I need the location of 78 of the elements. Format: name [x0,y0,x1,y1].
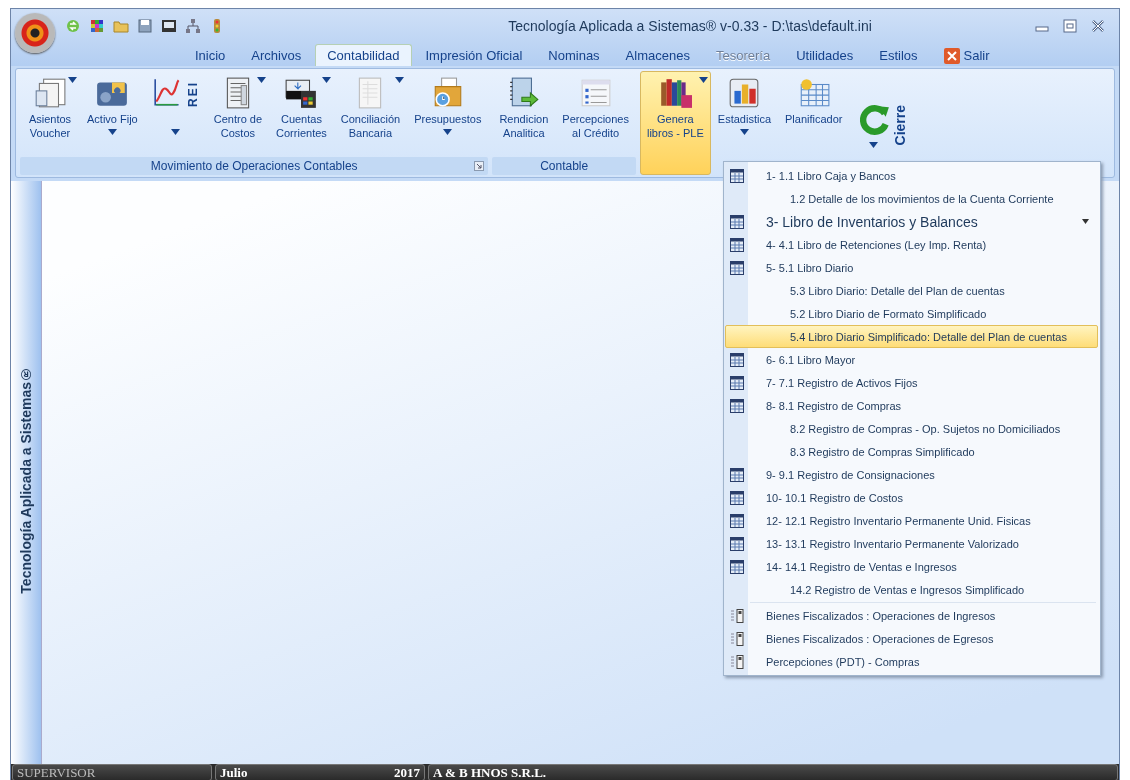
menu-item[interactable]: 9- 9.1 Registro de Consignaciones [725,463,1098,486]
menu-item[interactable]: 14- 14.1 Registro de Ventas e Ingresos [725,555,1098,578]
close-icon[interactable] [1091,19,1105,33]
menu-tab[interactable]: Utilidades [784,44,866,66]
table-icon [730,513,744,528]
menu-tab[interactable]: Archivos [239,44,314,66]
books-icon [658,76,693,110]
picture-icon[interactable] [161,18,177,34]
menu-item[interactable]: 6- 6.1 Libro Mayor [725,348,1098,371]
menu-item[interactable]: 13- 13.1 Registro Inventario Permanente Valorizado [725,532,1098,555]
month-text: Julio [220,764,248,780]
table-icon [730,375,744,390]
window-title: Tecnología Aplicada a Sistemas® v-0.33 - D:\tas\default.ini [507,18,873,34]
network-icon[interactable] [185,18,201,34]
menu-item[interactable]: 7- 7.1 Registro de Activos Fijos [725,371,1098,394]
group-title: Contable [492,157,636,175]
menu-item[interactable]: 8.3 Registro de Compras Simplificado [725,440,1098,463]
save-icon[interactable] [137,18,153,34]
ribbon-button[interactable]: Conciliación Bancaria [333,71,408,157]
table-icon [730,168,744,183]
menu-tab[interactable]: Inicio [183,44,238,66]
side-banner: Tecnología Aplicada a Sistemas® [11,181,42,764]
submenu-arrow-icon [1082,219,1089,224]
menu-tab[interactable]: Almacenes [613,44,702,66]
table-icon [730,352,744,367]
menu-tab[interactable]: Nominas [536,44,612,66]
ribbon-button[interactable]: Centro de Costos [206,71,270,157]
menu-tab[interactable]: Estilos [867,44,930,66]
menu-item[interactable]: 1.2 Detalle de los movimientos de la Cuenta Corriente [725,187,1098,210]
menu-item[interactable]: 3- Libro de Inventarios y Balances [725,210,1098,233]
table-icon [730,237,744,252]
grid-icon[interactable] [89,18,105,34]
menu-tab[interactable]: Impresión Oficial [413,44,535,66]
table-icon [730,559,744,574]
ribbon-button[interactable]: Cuentas Corrientes [269,71,334,157]
ribbon-button[interactable]: Asientos Voucher [20,71,80,157]
table-icon [730,398,744,413]
user-status: SUPERVISOR [12,764,212,780]
table-icon [730,490,744,505]
table-icon [730,214,744,229]
folder-icon[interactable] [113,18,129,34]
menu-item[interactable]: Bienes Fiscalizados : Operaciones de Egresos [725,627,1098,650]
close-icon [943,47,960,64]
app-orb-button[interactable] [15,13,55,53]
menu-item[interactable]: 5.4 Libro Diario Simplificado: Detalle del Plan de cuentas [725,325,1098,348]
menu-item[interactable]: Percepciones (PDT) - Compras [725,650,1098,673]
menu-item[interactable]: 14.2 Registro de Ventas e Ingresos Simplificado [725,578,1098,601]
group-title: Movimiento de Operaciones Contables [20,157,489,175]
menu-item[interactable]: 5.2 Libro Diario de Formato Simplificado [725,302,1098,325]
launcher-icon[interactable] [474,161,485,171]
menu-item[interactable]: 12- 12.1 Registro Inventario Permanente Unid. Fisicas [725,509,1098,532]
menu-item[interactable]: 5- 5.1 Libro Diario [725,256,1098,279]
ribbon-button[interactable]: Genera libros - PLE [639,71,711,175]
table-icon [730,260,744,275]
exit-tab[interactable]: Salir [931,44,1002,66]
maximize-icon[interactable] [1063,19,1077,33]
menu-item[interactable]: Bienes Fiscalizados : Operaciones de Ingresos [725,604,1098,627]
ribbon-button[interactable]: Rendicion Analitica [492,71,556,157]
list-icon [730,631,744,646]
menu-item[interactable]: 4- 4.1 Libro de Retenciones (Ley Imp. Renta) [725,233,1098,256]
ribbon-button[interactable]: Activo Fijo [80,71,145,157]
menu-item[interactable]: 5.3 Libro Diario: Detalle del Plan de cuentas [725,279,1098,302]
year-text: 2017 [394,764,420,780]
menu-item[interactable]: 8.2 Registro de Compras - Op. Sujetos no Domiciliados [725,417,1098,440]
rei-button[interactable]: REI [144,71,207,157]
menu-item[interactable]: 10- 10.1 Registro de Costos [725,486,1098,509]
menu-tab[interactable]: Contabilidad [315,44,412,66]
ribbon-button[interactable]: Percepciones al Crédito [555,71,636,157]
company-status: A & B HNOS S.R.L. [428,764,1118,780]
menu-item[interactable]: 8- 8.1 Registro de Compras [725,394,1098,417]
table-icon [730,536,744,551]
refresh-icon[interactable] [65,18,81,34]
table-icon [730,467,744,482]
pages-icon [33,76,67,110]
list-icon [730,608,744,623]
list-icon [730,654,744,669]
ribbon-button[interactable]: Presupuestos [407,71,489,157]
menu-item[interactable]: 1- 1.1 Libro Caja y Bancos [725,164,1098,187]
